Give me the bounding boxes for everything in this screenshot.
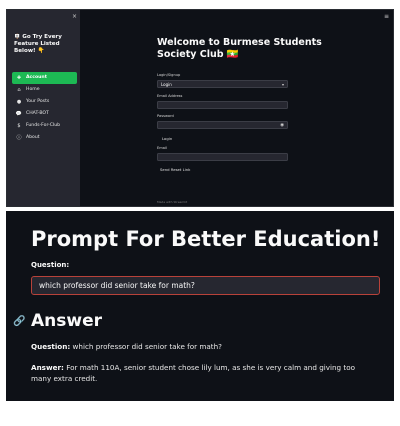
sidebar-title: 🪧 Go Try Every Feature Listed Below! 👇 bbox=[14, 34, 78, 55]
sidebar: × 🪧 Go Try Every Feature Listed Below! 👇 … bbox=[7, 10, 80, 206]
sidebar-item-label: About bbox=[26, 135, 40, 141]
answer-prefix: Answer: bbox=[31, 363, 64, 372]
question-echo: Question: which professor did senior tak… bbox=[31, 341, 376, 352]
hamburger-menu-icon[interactable]: ≡ bbox=[384, 13, 389, 20]
email-label: Email Address bbox=[157, 94, 183, 98]
page-title: Prompt For Better Education! bbox=[31, 227, 381, 251]
question-input[interactable]: which professor did senior take for math… bbox=[31, 276, 380, 295]
home-icon: ⌂ bbox=[17, 86, 21, 93]
answer-heading: Answer bbox=[31, 311, 102, 331]
sidebar-item-about[interactable]: ⓘ About bbox=[12, 132, 77, 144]
dollar-icon: $ bbox=[17, 122, 21, 129]
sidebar-item-label: Your Posts bbox=[26, 99, 50, 105]
signboard-icon: 🪧 bbox=[14, 34, 21, 40]
login-button[interactable]: Login bbox=[162, 136, 172, 141]
chevron-down-icon: ▾ bbox=[281, 82, 284, 87]
page-title: Welcome to Burmese Students Society Club… bbox=[157, 37, 322, 60]
answer-text-block: Answer: For math 110A, senior student ch… bbox=[31, 362, 376, 384]
mode-label: Login/Signup bbox=[157, 73, 181, 77]
sidebar-item-label: Home bbox=[26, 87, 40, 93]
sidebar-item-label: CHAT-BOT bbox=[26, 111, 49, 117]
mode-select[interactable]: Login ▾ bbox=[157, 80, 288, 88]
link-icon[interactable]: 🔗 bbox=[13, 316, 25, 327]
prompt-app-screenshot: Prompt For Better Education! Question: w… bbox=[6, 211, 394, 401]
sidebar-item-label: Account bbox=[26, 75, 47, 81]
sidebar-item-your-posts[interactable]: ● Your Posts bbox=[12, 96, 77, 108]
reset-email-field[interactable] bbox=[157, 153, 288, 161]
sidebar-item-home[interactable]: ⌂ Home bbox=[12, 84, 77, 96]
email-field[interactable] bbox=[157, 101, 288, 109]
password-label: Password bbox=[157, 114, 174, 118]
sidebar-menu: ✚ Account ⌂ Home ● Your Posts 💬 CHAT-BOT… bbox=[12, 72, 77, 144]
posts-icon: ● bbox=[16, 98, 22, 105]
close-icon[interactable]: × bbox=[72, 13, 77, 20]
info-icon: ⓘ bbox=[16, 135, 22, 142]
sidebar-item-chat-bot[interactable]: 💬 CHAT-BOT bbox=[12, 108, 77, 120]
reset-email-label: Email bbox=[157, 146, 167, 150]
password-field[interactable]: ◉ bbox=[157, 121, 288, 129]
mode-select-value: Login bbox=[161, 82, 172, 87]
eye-icon[interactable]: ◉ bbox=[280, 122, 284, 130]
question-text: which professor did senior take for math… bbox=[72, 342, 222, 351]
sidebar-item-funds[interactable]: $ Funds-For-Club bbox=[12, 120, 77, 132]
sidebar-item-account[interactable]: ✚ Account bbox=[12, 72, 77, 84]
question-label: Question: bbox=[31, 261, 70, 269]
answer-text: For math 110A, senior student chose lily… bbox=[31, 363, 356, 383]
question-prefix: Question: bbox=[31, 342, 71, 351]
sidebar-item-label: Funds-For-Club bbox=[26, 123, 61, 129]
account-icon: ✚ bbox=[16, 74, 22, 81]
pointing-down-icon: 👇 bbox=[37, 48, 45, 54]
chat-icon: 💬 bbox=[15, 110, 23, 117]
login-app-screenshot: × 🪧 Go Try Every Feature Listed Below! 👇 … bbox=[6, 9, 394, 207]
send-reset-link-button[interactable]: Send Reset Link bbox=[160, 167, 190, 172]
footer-text: Made with Streamlit bbox=[157, 200, 188, 204]
